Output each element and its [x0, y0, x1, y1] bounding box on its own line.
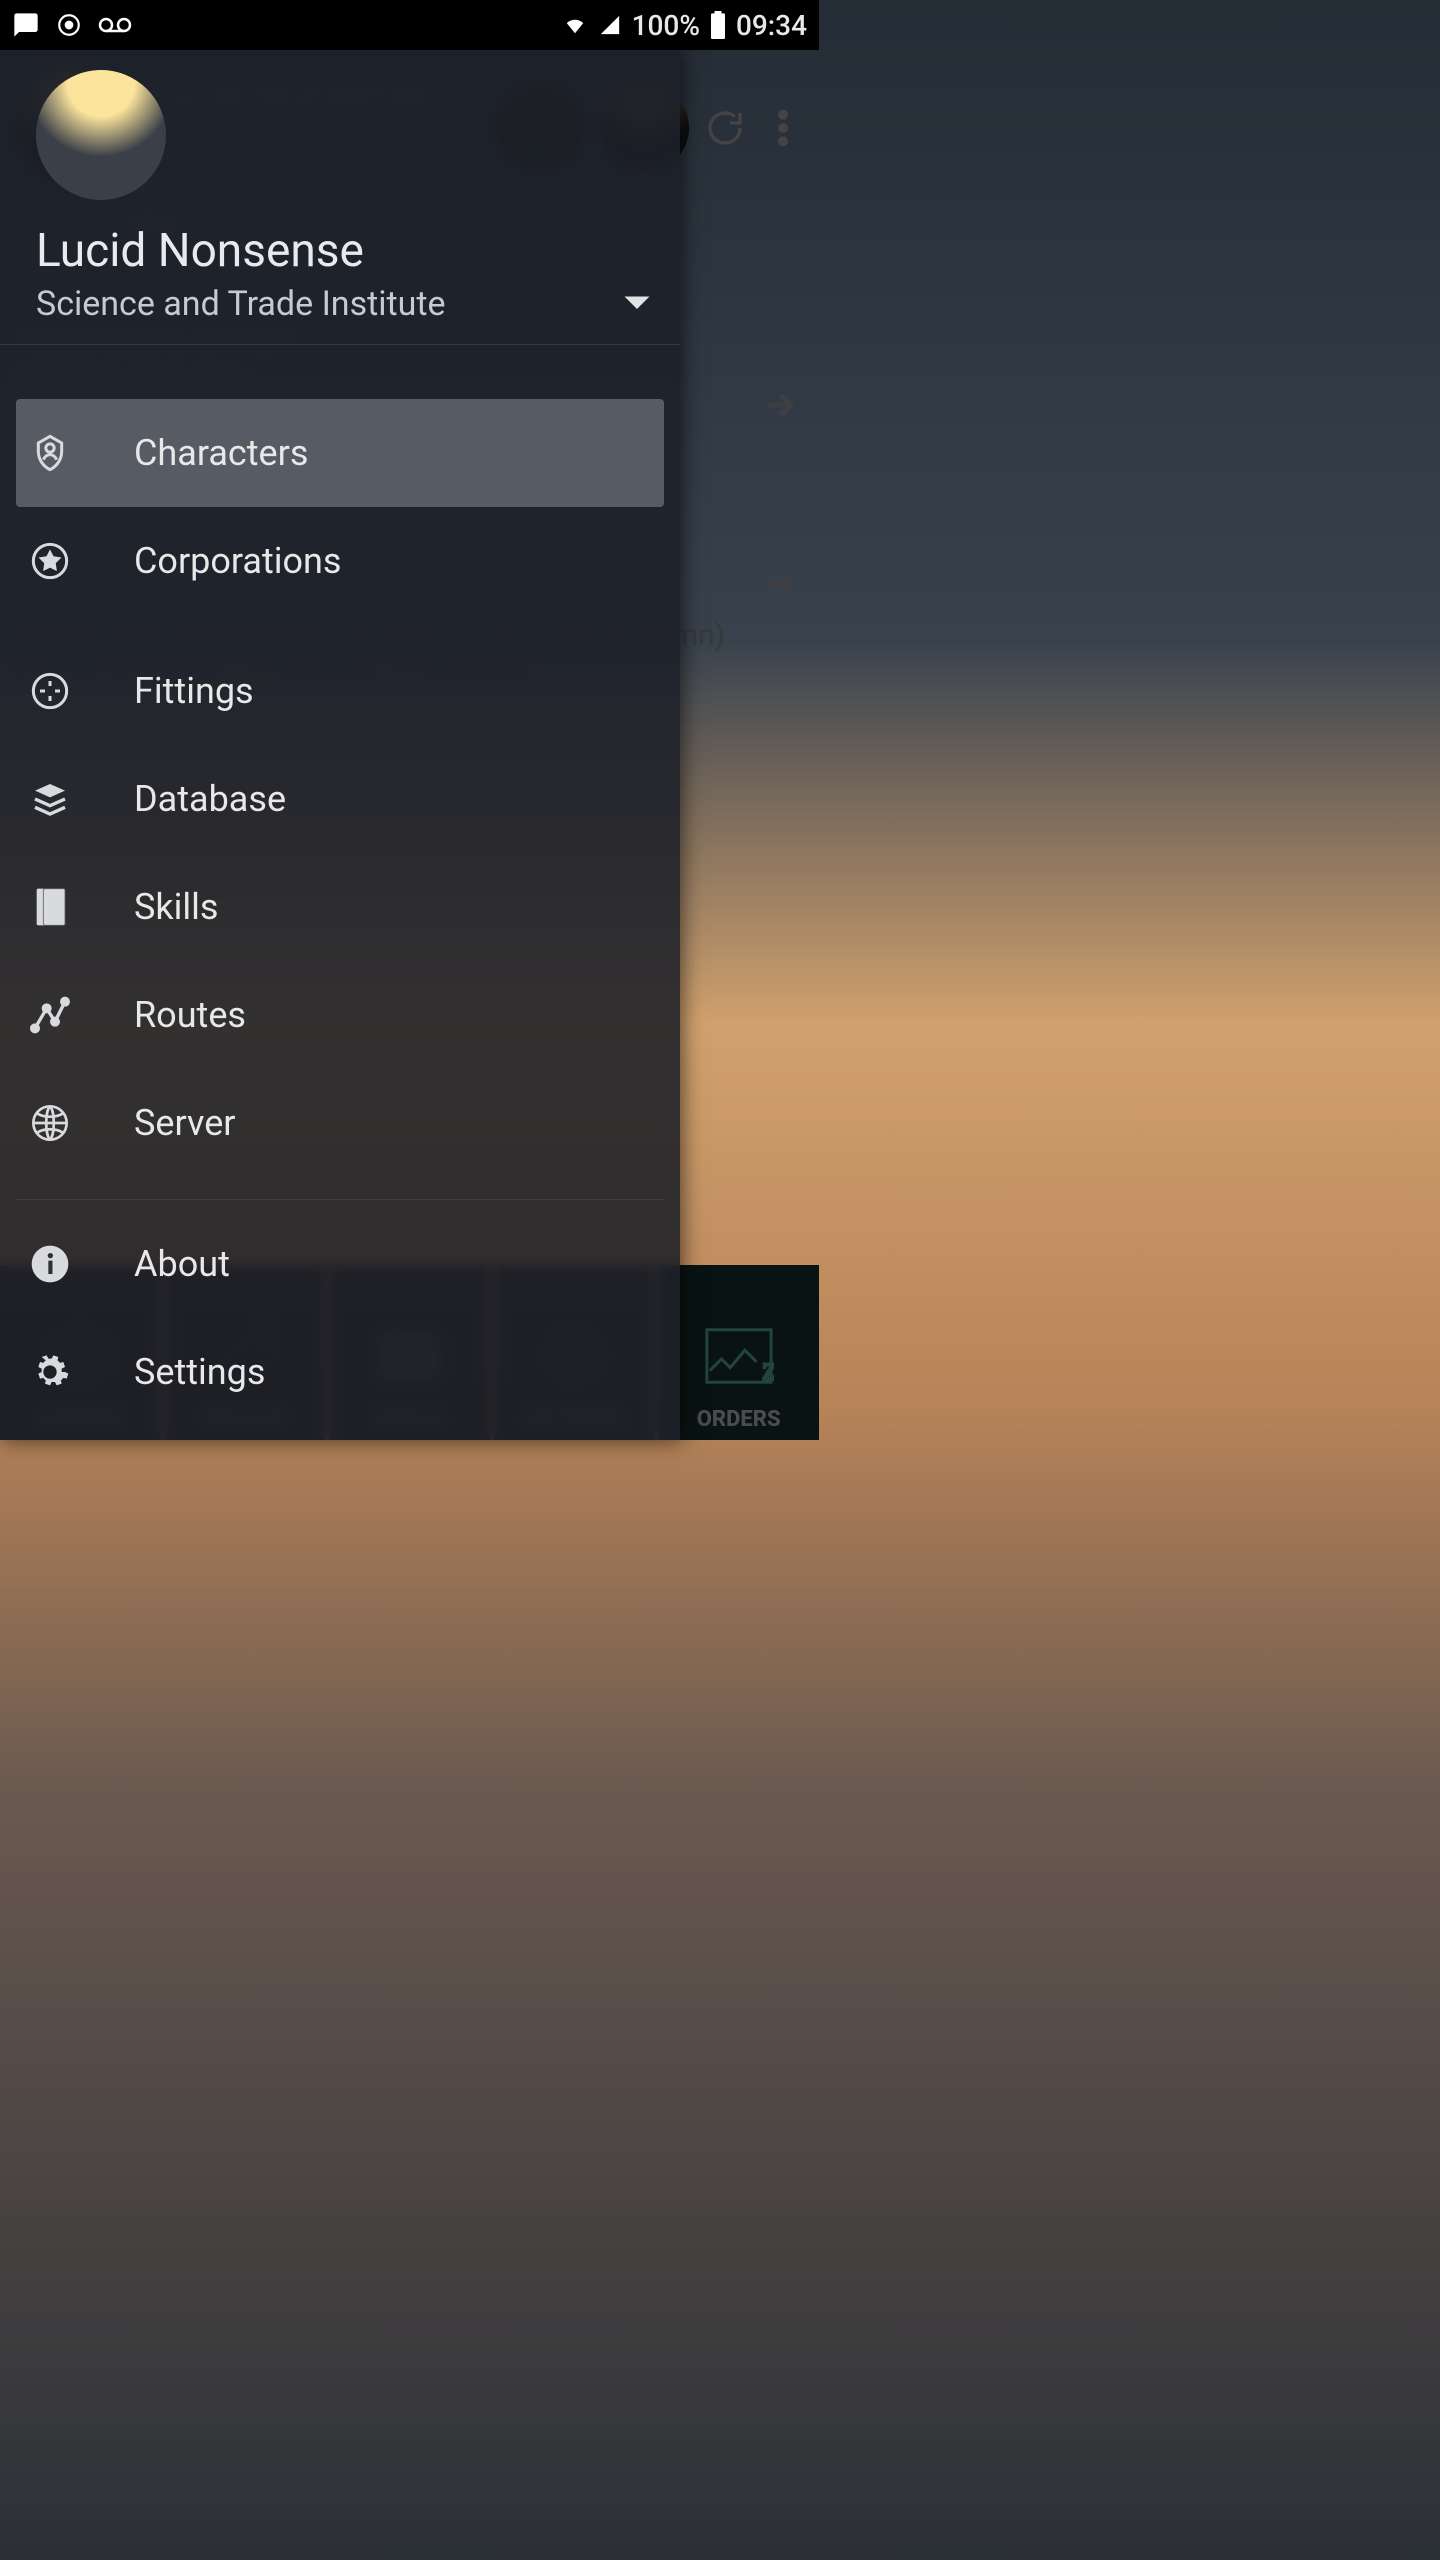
nav-server-label: Server	[134, 1102, 235, 1144]
nav-routes-label: Routes	[134, 994, 246, 1036]
drawer-org: Science and Trade Institute	[36, 284, 446, 324]
info-icon	[28, 1242, 72, 1286]
navigation-drawer: Lucid Nonsense Science and Trade Institu…	[0, 50, 680, 1440]
refresh-icon	[703, 106, 747, 150]
drawer-character-name: Lucid Nonsense	[36, 224, 652, 278]
battery-icon	[710, 11, 726, 39]
nav-server[interactable]: Server	[16, 1069, 664, 1177]
orders-icon: Z	[694, 1311, 784, 1401]
nav-about-label: About	[134, 1243, 230, 1285]
nav-fittings[interactable]: Fittings	[16, 637, 664, 745]
person-icon	[28, 431, 72, 475]
book-icon	[28, 885, 72, 929]
nav-skills-label: Skills	[134, 886, 218, 928]
chat-icon	[12, 11, 40, 39]
drawer-header[interactable]: Lucid Nonsense Science and Trade Institu…	[0, 50, 680, 345]
nav-database[interactable]: Database	[16, 745, 664, 853]
nav-skills[interactable]: Skills	[16, 853, 664, 961]
nav-database-label: Database	[134, 778, 286, 820]
nav-characters-label: Characters	[134, 432, 308, 474]
nav-fittings-label: Fittings	[134, 670, 254, 712]
voicemail-icon	[98, 15, 132, 35]
arrow-right-1	[759, 385, 799, 425]
signal-icon	[598, 14, 622, 36]
nav-routes[interactable]: Routes	[16, 961, 664, 1069]
wifi-icon	[562, 14, 588, 36]
chevron-down-icon[interactable]	[622, 294, 652, 314]
tab-orders: Z ORDERS	[658, 1265, 819, 1440]
nav-about[interactable]: About	[16, 1210, 664, 1318]
sync-icon	[56, 12, 82, 38]
star-circle-icon	[28, 539, 72, 583]
nav-corporations[interactable]: Corporations	[16, 507, 664, 615]
tab-orders-label: ORDERS	[697, 1407, 781, 1432]
status-right: 100% 09:34	[562, 9, 807, 42]
route-icon	[28, 993, 72, 1037]
overflow-icon	[761, 106, 805, 150]
globe-icon	[28, 1101, 72, 1145]
arrow-right-2	[759, 565, 799, 605]
clock-time: 09:34	[736, 9, 807, 42]
drawer-divider	[16, 1199, 664, 1200]
gear-icon	[28, 1350, 72, 1394]
nav-settings[interactable]: Settings	[16, 1318, 664, 1426]
nav-corporations-label: Corporations	[134, 540, 342, 582]
nav-characters[interactable]: Characters	[16, 399, 664, 507]
drawer-avatar	[36, 70, 166, 200]
battery-percent: 100%	[632, 9, 700, 42]
drawer-nav-list: Characters Corporations Fittings Databas…	[0, 345, 680, 1440]
android-status-bar: 100% 09:34	[0, 0, 819, 50]
status-left	[12, 11, 132, 39]
nav-settings-label: Settings	[134, 1351, 265, 1393]
fitting-icon	[28, 669, 72, 713]
svg-text:Z: Z	[762, 1359, 774, 1385]
layers-icon	[28, 777, 72, 821]
